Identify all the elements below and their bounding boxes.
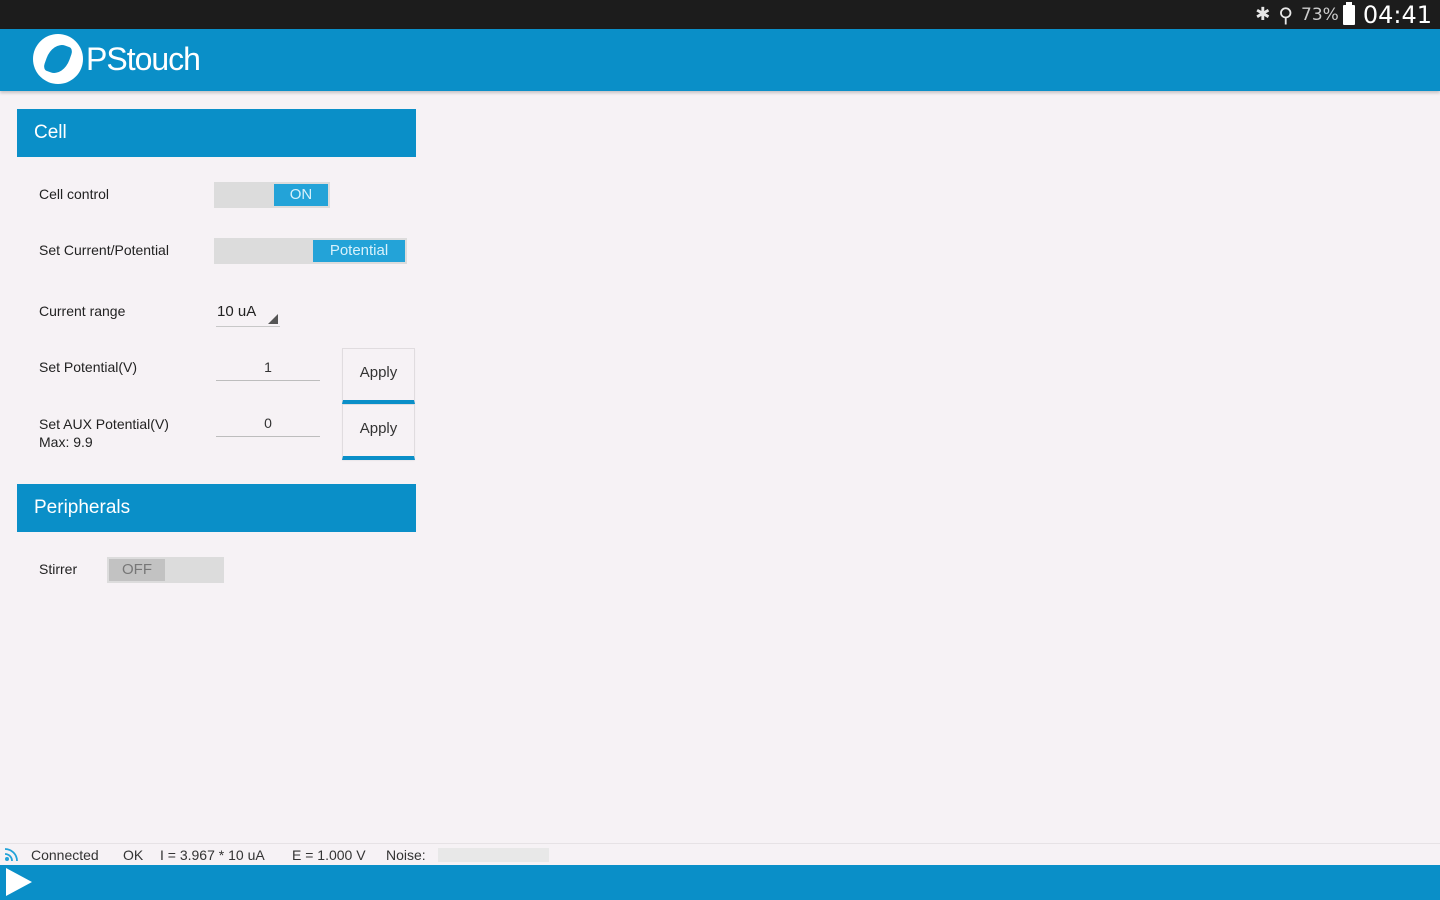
bluetooth-icon: ✱ — [1255, 4, 1271, 25]
peripherals-section-header: Peripherals — [17, 484, 416, 532]
dropdown-arrow-icon — [268, 314, 278, 324]
system-status-bar: ✱ ⚲ 73% 04:41 — [0, 0, 1440, 29]
aux-potential-input[interactable] — [216, 410, 320, 437]
apply-aux-potential-button[interactable]: Apply — [342, 404, 415, 460]
current-range-dropdown[interactable]: 10 uA — [216, 300, 280, 327]
aux-potential-label: Set AUX Potential(V) — [39, 416, 169, 432]
current-potential-toggle[interactable]: Potential — [214, 238, 407, 264]
play-icon[interactable] — [6, 868, 32, 896]
current-range-label: Current range — [39, 303, 126, 319]
potential-reading: E = 1.000 V — [292, 847, 366, 863]
battery-percent: 73% — [1301, 4, 1339, 25]
battery-icon — [1342, 1, 1355, 25]
ok-status: OK — [123, 847, 144, 863]
app-logo-icon — [33, 34, 83, 84]
set-potential-input[interactable] — [216, 354, 320, 381]
cell-control-toggle-knob: ON — [274, 184, 328, 206]
noise-meter — [438, 848, 549, 862]
wifi-icon: ⚲ — [1278, 2, 1294, 27]
status-icons: ✱ ⚲ 73% 04:41 — [1255, 0, 1432, 29]
app-bar: PStouch — [0, 29, 1440, 91]
bottom-bar — [0, 865, 1440, 900]
cell-section-header: Cell — [17, 109, 416, 157]
aux-potential-label-group: Set AUX Potential(V) Max: 9.9 — [39, 415, 169, 451]
apply-potential-button[interactable]: Apply — [342, 348, 415, 404]
noise-label: Noise: — [386, 847, 426, 863]
current-range-value: 10 uA — [217, 303, 257, 320]
mode-toggle-knob: Potential — [313, 240, 405, 262]
stirrer-label: Stirrer — [39, 561, 78, 577]
connection-status-line: Connected OK I = 3.967 * 10 uA E = 1.000… — [0, 843, 1440, 866]
app-title: PStouch — [86, 41, 201, 77]
aux-potential-max: Max: 9.9 — [39, 434, 93, 450]
stirrer-toggle-knob: OFF — [109, 559, 165, 581]
mode-label: Set Current/Potential — [39, 242, 169, 258]
set-potential-label: Set Potential(V) — [39, 359, 138, 375]
clock: 04:41 — [1362, 0, 1432, 29]
cell-control-label: Cell control — [39, 186, 110, 202]
current-reading: I = 3.967 * 10 uA — [160, 847, 265, 863]
connection-status: Connected — [31, 847, 99, 863]
connection-icon — [4, 848, 18, 862]
stirrer-toggle[interactable]: OFF — [107, 557, 224, 583]
cell-control-toggle[interactable]: ON — [214, 182, 330, 208]
